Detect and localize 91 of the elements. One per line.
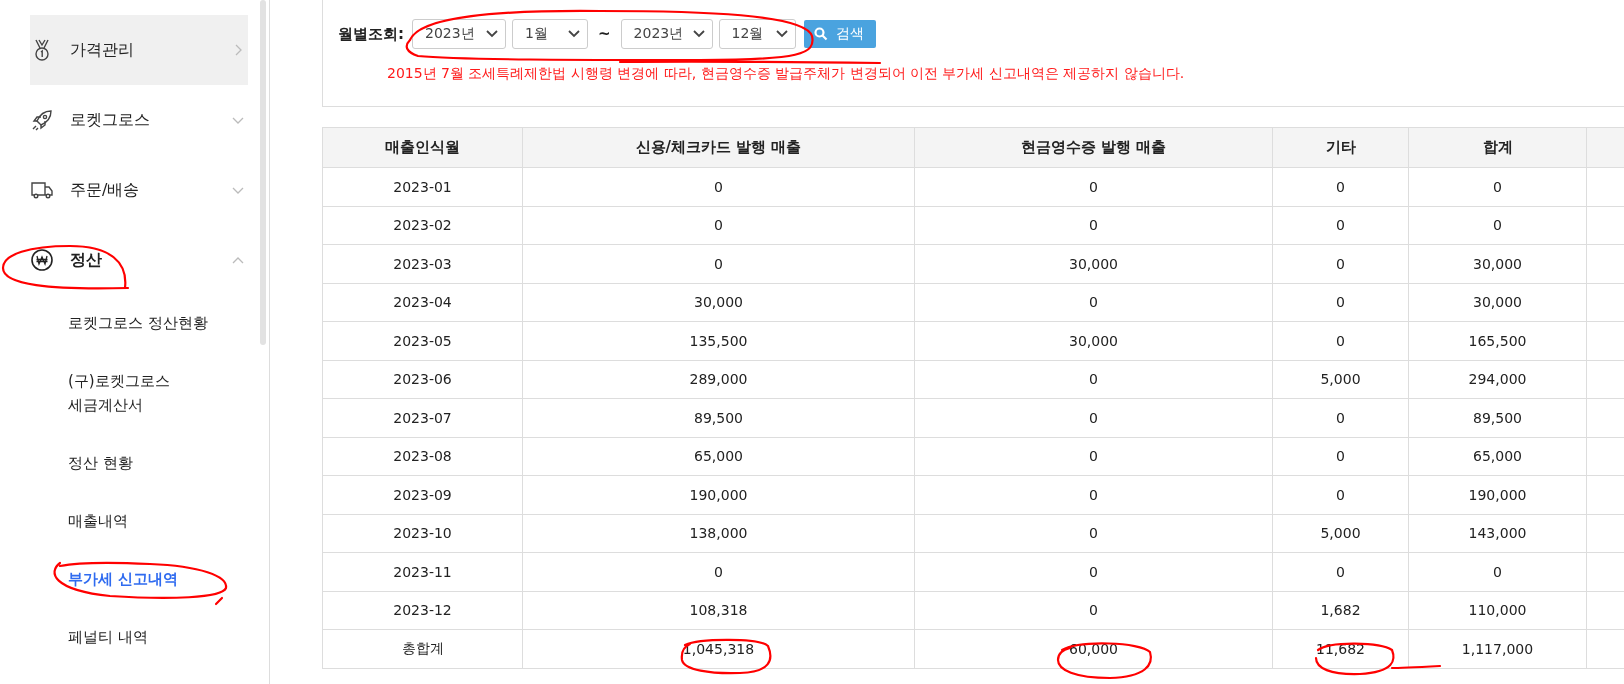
column-header: 신용/체크카드 발행 매출: [522, 127, 915, 168]
table-cell: 30,000: [1408, 283, 1587, 322]
notice-text: 2015년 7월 조세특례제한법 시행령 변경에 따라, 현금영수증 발급주체가 변경되어 이전 부가세 신고내역은 제공하지 않습니다.: [387, 65, 1186, 83]
table-cell: 289,000: [522, 360, 915, 399]
table-cell: 190,000: [1408, 475, 1587, 514]
table-cell: 0: [914, 206, 1273, 245]
table-cell: 0: [1272, 398, 1409, 437]
search-icon: [813, 27, 828, 41]
table-cell: 89,500: [522, 398, 915, 437]
table-cell: 0: [1272, 437, 1409, 476]
table-cell: 5,000: [1272, 514, 1409, 553]
table-cell: 0: [914, 360, 1273, 399]
caret-icon: [486, 30, 498, 38]
table-cell: 0: [914, 283, 1273, 322]
table-cell: 165,500: [1408, 321, 1587, 360]
table-cell: 0: [1272, 206, 1409, 245]
year-select[interactable]: 2023년: [620, 19, 713, 49]
table-cell: 0: [1408, 552, 1587, 591]
table-cell: 0: [914, 514, 1273, 553]
table-cell: 0: [914, 475, 1273, 514]
table-cell: 2023-08: [322, 437, 523, 476]
caret-icon: [692, 30, 705, 38]
table-cell: 110,000: [1408, 591, 1587, 630]
table-cell: 2023-02: [322, 206, 523, 245]
table-cell: 294,000: [1408, 360, 1587, 399]
table-cell: 2023-10: [322, 514, 523, 553]
table-cell: 1,682: [1272, 591, 1409, 630]
column-header: 현금영수증 발행 매출: [914, 127, 1273, 168]
caret-icon: [568, 30, 580, 38]
table-cell: 0: [1272, 244, 1409, 283]
sidebar-subitem[interactable]: 정산 현황: [68, 435, 269, 493]
table-cell: 2023-05: [322, 321, 523, 360]
table-cell: 2023-03: [322, 244, 523, 283]
column-header: 합계: [1408, 127, 1587, 168]
table-cell: 30,000: [914, 244, 1273, 283]
table-cell: 0: [522, 167, 915, 206]
table-cell: 0: [522, 552, 915, 591]
column-header: 매출인식월: [322, 127, 523, 168]
table-cell: 0: [1272, 321, 1409, 360]
table-cell: 0: [522, 244, 915, 283]
caret-icon: [775, 30, 788, 38]
table-cell: 2023-11: [322, 552, 523, 591]
filter-label: 월별조회:: [338, 24, 404, 44]
table-cell: 0: [914, 437, 1273, 476]
sidebar-subitem[interactable]: 부가세 신고내역: [68, 551, 269, 609]
table-cell: 2023-09: [322, 475, 523, 514]
table-cell: 30,000: [914, 321, 1273, 360]
table-cell: 65,000: [522, 437, 915, 476]
table-cell: 1,045,318: [522, 629, 915, 668]
table-cell: 0: [1272, 475, 1409, 514]
table-cell: 135,500: [522, 321, 915, 360]
sidebar-subitem[interactable]: 페널티 내역: [68, 609, 269, 667]
table-cell: 190,000: [522, 475, 915, 514]
range-separator: ~: [598, 25, 611, 43]
table-cell: 1,117,000: [1408, 629, 1587, 668]
sidebar-subitem[interactable]: (구)로켓그로스 세금계산서: [68, 353, 269, 435]
table-cell: 138,000: [522, 514, 915, 553]
table-cell: 0: [914, 398, 1273, 437]
table-cell: 0: [1408, 167, 1587, 206]
table-cell: 30,000: [522, 283, 915, 322]
table-cell: 0: [1272, 167, 1409, 206]
table-cell: 0: [914, 167, 1273, 206]
table-cell: 0: [914, 552, 1273, 591]
table-cell: 89,500: [1408, 398, 1587, 437]
table-cell: 65,000: [1408, 437, 1587, 476]
table-cell: 0: [1272, 283, 1409, 322]
table-cell: 2023-04: [322, 283, 523, 322]
month-select[interactable]: 1월: [512, 19, 588, 49]
table-cell: 2023-01: [322, 167, 523, 206]
table-cell: 0: [1408, 206, 1587, 245]
year-select[interactable]: 2023년: [412, 19, 506, 49]
table-cell: 0: [522, 206, 915, 245]
scrollbar[interactable]: [260, 0, 266, 345]
table-cell: 2023-12: [322, 591, 523, 630]
table-cell: 0: [1272, 552, 1409, 591]
won-coin-icon: [30, 248, 54, 272]
table-cell: 60,000: [914, 629, 1273, 668]
table-cell: 총합계: [322, 629, 523, 668]
table-cell: 2023-07: [322, 398, 523, 437]
table-cell: 5,000: [1272, 360, 1409, 399]
column-header: 기타: [1272, 127, 1409, 168]
sidebar-subitem[interactable]: 로켓그로스 정산현황: [68, 295, 269, 353]
table-cell: 2023-06: [322, 360, 523, 399]
sidebar-subitem[interactable]: 매출내역: [68, 493, 269, 551]
sidebar-item[interactable]: 가격관리: [30, 15, 248, 85]
rocket-icon: [30, 108, 54, 132]
table-cell: 108,318: [522, 591, 915, 630]
table-cell: 0: [914, 591, 1273, 630]
table-cell: 30,000: [1408, 244, 1587, 283]
table-cell: 143,000: [1408, 514, 1587, 553]
month-select[interactable]: 12월: [718, 19, 796, 49]
